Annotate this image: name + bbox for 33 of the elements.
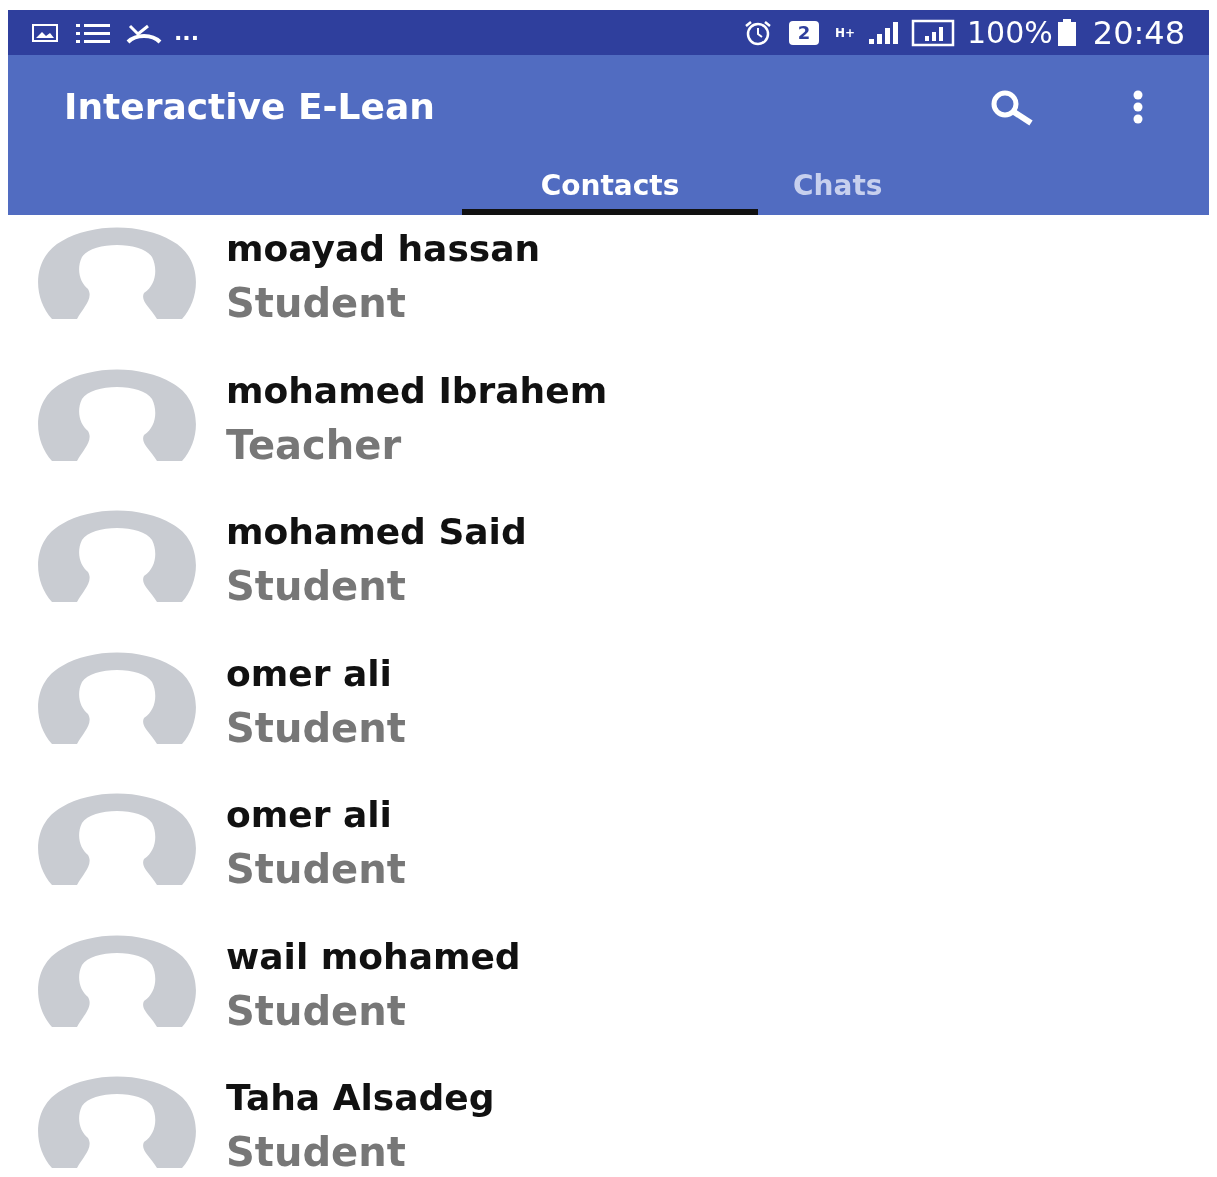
app-title: Interactive E-Lean bbox=[64, 84, 436, 129]
tab[interactable]: Contacts bbox=[462, 158, 758, 215]
contact-name: omer ali bbox=[226, 793, 393, 837]
more-options-icon bbox=[1131, 89, 1145, 124]
contact-item[interactable]: omer ali Student bbox=[8, 639, 1209, 781]
contact-name: Taha Alsadeg bbox=[226, 1076, 495, 1120]
contact-role: Student bbox=[226, 1128, 407, 1177]
contact-item[interactable]: Taha Alsadeg Student bbox=[8, 1064, 1209, 1177]
contact-name: omer ali bbox=[226, 651, 393, 696]
sim-badge: 2 bbox=[788, 20, 819, 45]
signal-icon bbox=[911, 18, 955, 47]
contact-item[interactable]: mohamed Said Student bbox=[8, 498, 1209, 640]
contact-name: mohamed Ibrahem bbox=[226, 368, 608, 413]
contact-role: Student bbox=[226, 279, 407, 328]
image-icon bbox=[32, 22, 58, 43]
contact-item[interactable]: omer ali Student bbox=[8, 781, 1209, 923]
contact-role: Student bbox=[226, 986, 407, 1036]
contact-item[interactable]: mohamed Ibrahem Teacher bbox=[8, 356, 1209, 498]
clock: 20:48 bbox=[1092, 12, 1185, 54]
contact-item[interactable]: wail mohamed Student bbox=[8, 922, 1209, 1064]
battery-percent: 100% bbox=[967, 14, 1053, 52]
contact-item[interactable]: moayad hassan Student bbox=[8, 215, 1209, 357]
contact-role: Student bbox=[226, 845, 406, 894]
contact-name: moayad hassan bbox=[226, 227, 541, 271]
contact-role: Teacher bbox=[226, 420, 403, 470]
battery-icon bbox=[1056, 18, 1077, 47]
contact-name: wail mohamed bbox=[226, 934, 521, 979]
contact-role: Student bbox=[226, 703, 406, 753]
more-notifications: ... bbox=[174, 19, 200, 47]
network-type: H+ bbox=[834, 26, 855, 39]
more-options-button[interactable] bbox=[1131, 89, 1145, 124]
contact-role: Student bbox=[226, 562, 407, 611]
contact-name: mohamed Said bbox=[226, 510, 527, 554]
